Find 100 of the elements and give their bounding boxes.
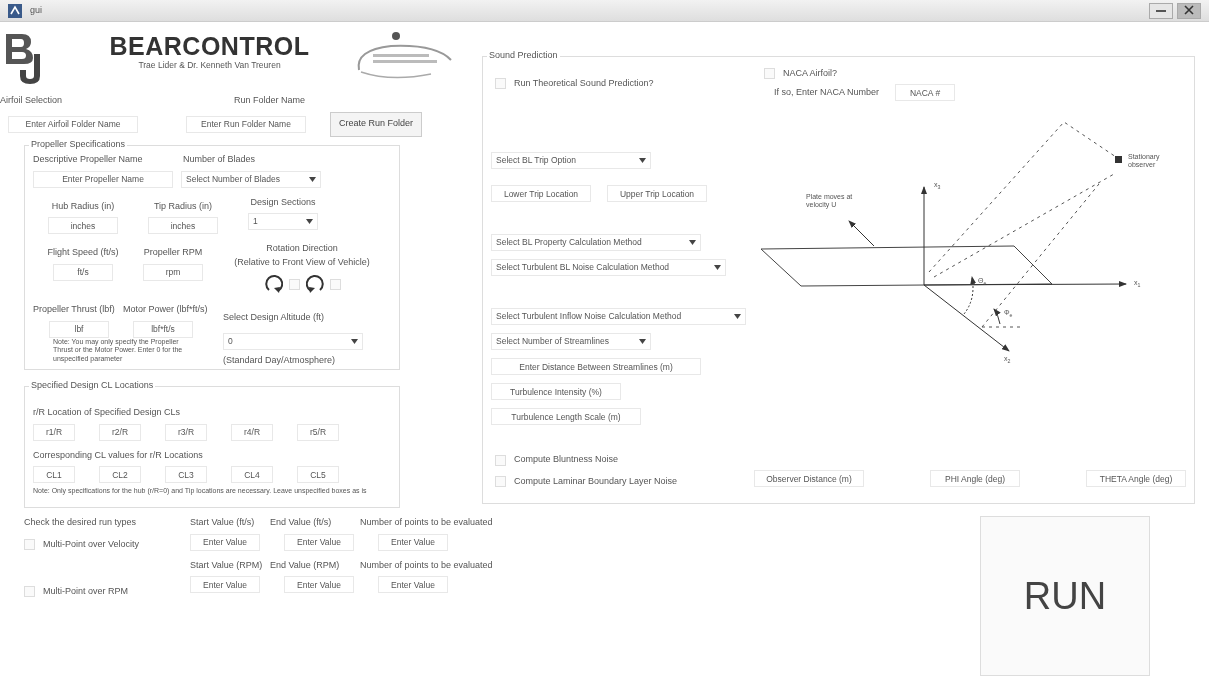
checkbox[interactable] xyxy=(24,586,35,598)
close-icon xyxy=(1184,5,1194,16)
motor-power-field[interactable]: lbf*ft/s xyxy=(133,320,193,338)
inflow-noise-dropdown[interactable]: Select Turbulent Inflow Noise Calculation Method xyxy=(491,308,746,326)
field-label: Rotation Direction xyxy=(266,242,338,256)
panel-title: Propeller Specifications xyxy=(29,138,128,150)
caret-icon xyxy=(734,314,741,320)
field-label: Descriptive Propeller Name xyxy=(33,153,144,167)
blades-dropdown[interactable]: Select Number of Blades xyxy=(181,170,321,188)
streamlines-dropdown[interactable]: Select Number of Streamlines xyxy=(491,333,651,351)
location-field[interactable]: r1/R xyxy=(33,423,75,441)
value-field[interactable]: Enter Value xyxy=(190,533,260,551)
counterclockwise-arrow-icon xyxy=(304,273,326,296)
field-label: Select Design Altitude (ft) xyxy=(223,311,326,325)
checkbox-label: Compute Bluntness Noise xyxy=(514,453,619,467)
location-field[interactable]: r4/R xyxy=(231,423,273,441)
theta-angle-field[interactable]: THETA Angle (deg) xyxy=(1086,470,1186,487)
caret-icon xyxy=(639,339,646,345)
value-field[interactable]: Enter Value xyxy=(378,533,448,551)
field-label: If so, Enter NACA Number xyxy=(774,86,880,100)
tip-radius-field[interactable]: inches xyxy=(148,217,218,235)
value-field[interactable]: Enter Value xyxy=(284,533,354,551)
hub-radius-field[interactable]: inches xyxy=(48,217,118,235)
bl-property-dropdown[interactable]: Select BL Property Calculation Method xyxy=(491,234,701,252)
field-label: r/R Location of Specified Design CLs xyxy=(32,406,182,420)
location-field[interactable]: r5/R xyxy=(297,423,339,441)
value-field[interactable]: Enter Value xyxy=(284,576,354,593)
panel-title: Specified Design CL Locations xyxy=(29,379,156,391)
section-label: Check the desired run types xyxy=(24,516,138,529)
propeller-name-field[interactable]: Enter Propeller Name xyxy=(33,170,173,188)
naca-number-field[interactable]: NACA # xyxy=(895,84,956,102)
checkbox-label: NACA Airfoil? xyxy=(783,66,838,80)
checkbox[interactable] xyxy=(495,476,506,488)
column-header: Start Value (RPM) xyxy=(190,558,264,572)
authors-text: Trae Lider & Dr. Kenneth Van Treuren xyxy=(137,59,282,72)
value-field[interactable]: Enter Value xyxy=(378,576,448,593)
checkbox[interactable] xyxy=(495,78,506,90)
field-label: Hub Radius (in) xyxy=(51,199,115,213)
run-button[interactable]: RUN xyxy=(980,516,1150,676)
field-label: Propeller Thrust (lbf) xyxy=(33,303,116,317)
app-title: BEARCONTROL xyxy=(108,34,311,59)
field-label: Motor Power (lbf*ft/s) xyxy=(123,303,208,317)
turbulent-bl-dropdown[interactable]: Select Turbulent BL Noise Calculation Method xyxy=(491,259,726,277)
checkbox[interactable] xyxy=(764,68,775,80)
propeller-rpm-field[interactable]: rpm xyxy=(143,263,203,281)
phi-angle-field[interactable]: PHI Angle (deg) xyxy=(930,470,1020,487)
checkbox[interactable] xyxy=(495,454,506,466)
run-folder-field[interactable]: Enter Run Folder Name xyxy=(186,115,306,133)
checkbox-label: Run Theoretical Sound Prediction? xyxy=(514,76,654,90)
field-label: Propeller RPM xyxy=(143,246,203,260)
caret-icon xyxy=(306,219,313,225)
column-header: Number of points to be evaluated xyxy=(360,516,494,529)
cl-value-field[interactable]: CL3 xyxy=(165,466,207,484)
value-field[interactable]: Enter Value xyxy=(190,576,260,593)
length-scale-field[interactable]: Turbulence Length Scale (m) xyxy=(491,408,641,426)
caret-icon xyxy=(351,338,358,344)
altitude-dropdown[interactable]: 0 xyxy=(223,332,363,350)
caret-icon xyxy=(714,265,721,271)
create-run-folder-button[interactable]: Create Run Folder xyxy=(330,111,423,137)
checkbox[interactable] xyxy=(24,538,35,550)
field-label: (Standard Day/Atmosphere) xyxy=(223,353,337,367)
flight-speed-field[interactable]: ft/s xyxy=(53,263,113,281)
cl-value-field[interactable]: CL1 xyxy=(33,466,75,484)
airfoil-folder-field[interactable]: Enter Airfoil Folder Name xyxy=(8,115,138,133)
close-button[interactable] xyxy=(1177,2,1201,19)
design-sections-dropdown[interactable]: 1 xyxy=(248,213,318,231)
cl-value-field[interactable]: CL4 xyxy=(231,466,273,484)
window-title: gui xyxy=(30,3,42,17)
cl-value-field[interactable]: CL2 xyxy=(99,466,141,484)
caret-icon xyxy=(309,176,316,182)
trip-option-dropdown[interactable]: Select BL Trip Option xyxy=(491,152,651,170)
checkbox[interactable] xyxy=(330,278,341,290)
caret-icon xyxy=(689,240,696,246)
column-header: Number of points to be evaluated xyxy=(360,558,494,572)
panel-title: Sound Prediction xyxy=(487,50,560,61)
upper-trip-field[interactable]: Upper Trip Location xyxy=(607,185,707,203)
location-field[interactable]: r2/R xyxy=(99,423,141,441)
checkbox-label: Multi-Point over Velocity xyxy=(43,537,140,551)
field-label: Tip Radius (in) xyxy=(153,199,213,213)
streamline-distance-field[interactable]: Enter Distance Between Streamlines (m) xyxy=(491,358,701,376)
minimize-icon xyxy=(1156,7,1166,14)
lower-trip-field[interactable]: Lower Trip Location xyxy=(491,185,591,203)
column-header: End Value (RPM) xyxy=(270,558,341,572)
checkbox-label: Compute Laminar Boundary Layer Noise xyxy=(514,474,678,488)
app-icon xyxy=(8,3,22,18)
checkbox-label: Multi-Point over RPM xyxy=(43,585,129,598)
thrust-field[interactable]: lbf xyxy=(49,320,109,338)
minimize-button[interactable] xyxy=(1149,2,1173,19)
field-label: Design Sections xyxy=(250,195,316,209)
observer-distance-field[interactable]: Observer Distance (m) xyxy=(754,470,864,487)
field-label: Corresponding CL values for r/R Locations xyxy=(32,448,204,462)
field-label: (Relative to Front View of Vehicle) xyxy=(234,255,370,269)
checkbox[interactable] xyxy=(289,278,300,290)
field-label: Number of Blades xyxy=(183,153,256,167)
column-header: End Value (ft/s) xyxy=(270,516,333,529)
field-label: Flight Speed (ft/s) xyxy=(47,246,119,260)
turbulence-intensity-field[interactable]: Turbulence Intensity (%) xyxy=(491,383,621,401)
location-field[interactable]: r3/R xyxy=(165,423,207,441)
cl-value-field[interactable]: CL5 xyxy=(297,466,339,484)
column-header: Start Value (ft/s) xyxy=(190,516,256,529)
